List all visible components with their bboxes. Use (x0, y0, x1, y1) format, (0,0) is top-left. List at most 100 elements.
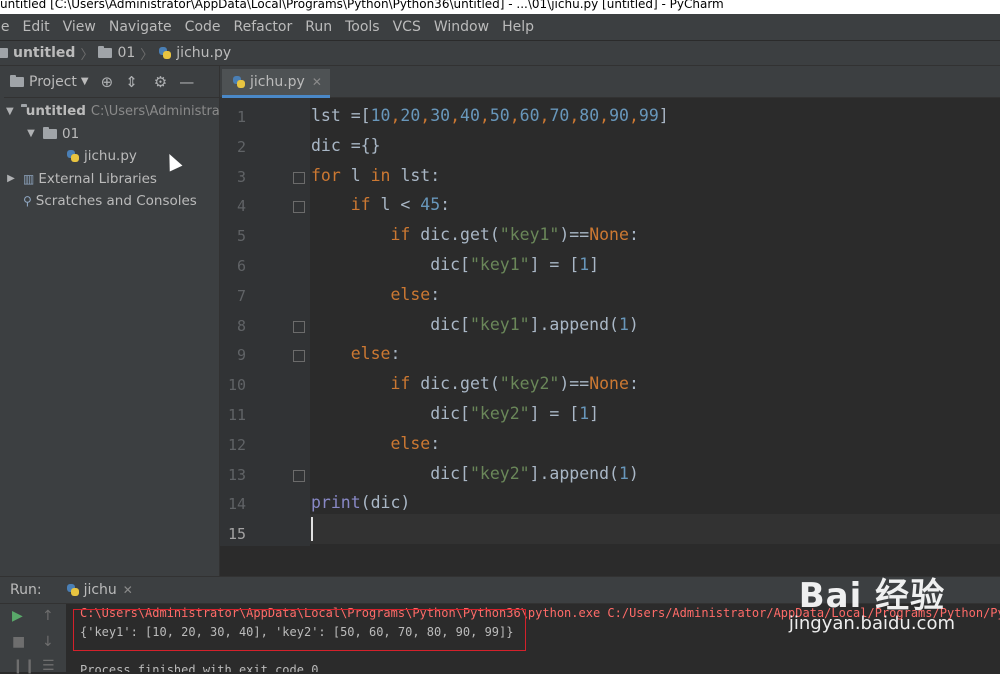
breadcrumb-label: 01 (117, 45, 136, 61)
menu-bar: le Edit View Navigate Code Refactor Run … (0, 14, 1000, 40)
soft-wrap-icon[interactable]: ☰ (42, 658, 55, 674)
code-token: ] = [ (529, 255, 580, 274)
python-file-icon (232, 75, 246, 89)
python-file-icon (158, 46, 172, 60)
code-token: dic[ (311, 314, 470, 334)
line-number: 13 (227, 465, 246, 484)
tab-jichu-py[interactable]: jichu.py ✕ (222, 69, 330, 98)
code-token: 80 (579, 106, 600, 125)
code-token: , (509, 106, 520, 125)
code-token: ] = [ (529, 404, 580, 423)
libraries-icon: ▥ (23, 171, 35, 186)
expanded-arrow-icon[interactable]: ▼ (6, 106, 14, 117)
scroll-down-icon[interactable]: ↓ (42, 634, 54, 650)
rerun-icon[interactable]: ▶ (12, 608, 23, 624)
locate-icon[interactable]: ⊕ (101, 73, 114, 91)
run-tab-jichu[interactable]: jichu ✕ (66, 582, 133, 598)
code-token: , (539, 106, 550, 125)
breadcrumb-item-jichu[interactable]: jichu.py (158, 45, 231, 61)
tree-item-01[interactable]: ▼ 01 (4, 123, 219, 146)
line-number: 11 (227, 406, 246, 424)
code-line: dic["key2"].append(1) (311, 464, 639, 483)
menu-view[interactable]: View (63, 19, 96, 35)
menu-tools[interactable]: Tools (345, 19, 380, 35)
menu-code[interactable]: Code (185, 19, 221, 35)
code-token: "key2" (469, 463, 530, 483)
code-line: dic["key1"].append(1) (311, 315, 639, 334)
close-icon[interactable]: ✕ (123, 583, 133, 597)
code-token: , (420, 106, 431, 125)
code-token: 20 (400, 106, 421, 125)
code-token: , (628, 106, 639, 125)
code-token: : (440, 195, 451, 215)
code-token: : (628, 374, 639, 394)
tree-item-untitled[interactable]: ▼ untitled C:\Users\Administrat (4, 100, 219, 123)
pause-icon[interactable]: ❙❙ (12, 658, 35, 674)
line-number: 9 (236, 346, 246, 365)
code-editor[interactable]: lst =[10,20,30,40,50,60,70,80,90,99] dic … (310, 98, 1000, 546)
tab-label: jichu.py (250, 74, 305, 90)
code-line: dic["key2"] = [1] (311, 404, 599, 423)
folder-icon (98, 46, 113, 58)
fold-marker-icon[interactable] (293, 171, 305, 184)
gear-icon[interactable]: ⚙ (154, 73, 167, 91)
code-token: else (311, 284, 431, 304)
collapsed-arrow-icon[interactable]: ▶ (6, 173, 16, 184)
code-token: (dic) (360, 493, 411, 513)
fold-marker-icon[interactable] (293, 201, 305, 214)
code-token: in (370, 165, 401, 185)
breadcrumb-item-untitled[interactable]: untitled (0, 45, 75, 61)
expanded-arrow-icon[interactable]: ▼ (26, 128, 36, 139)
line-number: 7 (236, 286, 246, 305)
menu-navigate[interactable]: Navigate (109, 19, 172, 35)
window-title-bar: untitled [C:\Users\Administrator\AppData… (0, 0, 1000, 14)
tree-item-external-libraries[interactable]: ▶ ▥ External Libraries (4, 168, 219, 191)
line-number: 15 (227, 525, 246, 544)
code-token: dic[ (311, 255, 470, 274)
stop-icon[interactable]: ■ (12, 634, 25, 650)
fold-marker-icon[interactable] (293, 320, 305, 333)
code-token: 40 (460, 106, 480, 125)
window-title: untitled [C:\Users\Administrator\AppData… (0, 0, 724, 11)
menu-file[interactable]: le (0, 19, 10, 35)
menu-refactor[interactable]: Refactor (234, 19, 293, 35)
project-tree: ▼ untitled C:\Users\Administrat ▼ 01 jic… (4, 98, 219, 213)
code-token: l (350, 165, 371, 185)
code-line: dic["key1"] = [1] (311, 255, 599, 274)
line-number: 2 (236, 137, 246, 156)
collapse-all-icon[interactable]: ⇕ (125, 73, 138, 91)
code-line: lst =[10,20,30,40,50,60,70,80,90,99] (311, 106, 669, 125)
menu-window[interactable]: Window (434, 19, 489, 35)
code-token: 99 (638, 106, 659, 125)
code-token: dic.get( (420, 374, 500, 394)
scroll-up-icon[interactable]: ↑ (42, 608, 54, 624)
code-line: if dic.get("key1")==None: (311, 225, 638, 244)
code-token: 10 (370, 106, 391, 125)
watermark-brand: Bai 经验 (798, 576, 946, 616)
tree-item-scratches[interactable]: ⚲ Scratches and Consoles (4, 190, 219, 213)
editor-tab-bar: jichu.py ✕ (220, 66, 1000, 98)
menu-run[interactable]: Run (305, 19, 332, 35)
menu-edit[interactable]: Edit (23, 19, 50, 35)
menu-vcs[interactable]: VCS (393, 19, 421, 35)
breadcrumb-item-01[interactable]: 01 (98, 45, 135, 61)
fold-marker-icon[interactable] (293, 469, 305, 482)
code-line: for l in lst: (311, 166, 440, 185)
code-line: print(dic) (311, 493, 410, 512)
project-view-selector[interactable]: Project ▼ (10, 74, 89, 90)
code-token: else (311, 344, 391, 364)
annotation-highlight-box (73, 609, 526, 651)
tree-item-label: Scratches and Consoles (35, 193, 197, 210)
code-line: else: (311, 285, 440, 304)
line-number: 12 (227, 435, 246, 454)
code-token: ] (658, 106, 669, 125)
project-panel: Project ▼ ⊕ ⇕ ⚙ — ▼ untitled C:\Users\Ad… (4, 66, 220, 576)
code-token: ] (589, 255, 600, 274)
fold-marker-icon[interactable] (293, 350, 305, 363)
code-token: print (311, 493, 361, 513)
code-token: lst: (400, 165, 441, 185)
close-icon[interactable]: ✕ (312, 75, 322, 89)
menu-help[interactable]: Help (502, 19, 534, 35)
hide-icon[interactable]: — (179, 73, 194, 91)
tree-item-jichu[interactable]: jichu.py (4, 145, 219, 168)
